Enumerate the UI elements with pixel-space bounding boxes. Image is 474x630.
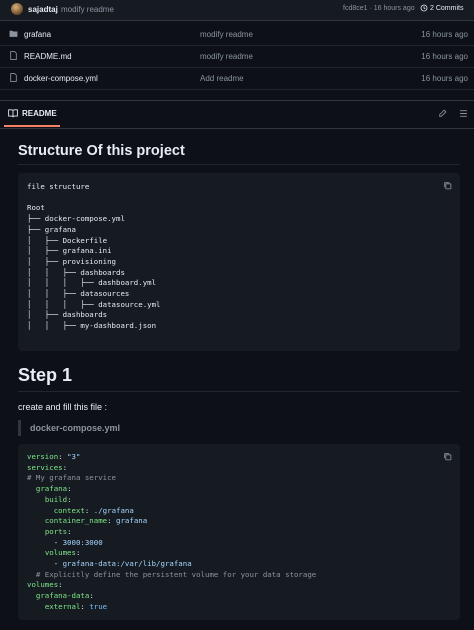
code-yaml-text: version: "3" services: # My grafana serv… bbox=[27, 452, 317, 611]
heading-divider bbox=[18, 164, 460, 165]
file-time: 16 hours ago bbox=[421, 52, 468, 61]
commit-author[interactable]: sajadtaj bbox=[28, 5, 58, 14]
outline-icon[interactable] bbox=[459, 109, 468, 118]
copy-icon[interactable] bbox=[443, 181, 452, 190]
readme-heading-structure: Structure Of this project bbox=[18, 143, 185, 159]
file-commit-message[interactable]: modify readme bbox=[200, 30, 253, 39]
file-row[interactable]: grafana modify readme 16 hours ago bbox=[0, 23, 474, 46]
copy-icon[interactable] bbox=[443, 452, 452, 461]
code-block-yaml: version: "3" services: # My grafana serv… bbox=[18, 444, 460, 620]
file-row[interactable]: docker-compose.yml Add readme 16 hours a… bbox=[0, 67, 474, 90]
commits-link[interactable]: 2 Commits bbox=[420, 4, 463, 12]
commits-count: 2 Commits bbox=[430, 4, 464, 12]
history-icon bbox=[420, 4, 428, 12]
file-icon bbox=[10, 51, 17, 60]
code-block-structure: file structure Root ├── docker-compose.y… bbox=[18, 173, 460, 351]
commit-message[interactable]: modify readme bbox=[61, 5, 114, 14]
readme-header: README bbox=[0, 100, 474, 129]
book-icon bbox=[8, 109, 18, 118]
file-time: 16 hours ago bbox=[421, 30, 468, 39]
file-commit-message[interactable]: Add readme bbox=[200, 74, 244, 83]
latest-commit-bar: sajadtaj modify readme fcd8ce1 · 16 hour… bbox=[0, 0, 474, 21]
folder-icon bbox=[9, 30, 18, 37]
file-icon bbox=[10, 73, 17, 82]
tab-readme-label: README bbox=[22, 109, 57, 118]
file-name[interactable]: docker-compose.yml bbox=[24, 74, 98, 83]
tab-underline bbox=[4, 125, 60, 127]
code-tree-text: file structure Root ├── docker-compose.y… bbox=[27, 182, 161, 331]
file-row[interactable]: README.md modify readme 16 hours ago bbox=[0, 45, 474, 68]
avatar[interactable] bbox=[11, 3, 23, 15]
commit-meta[interactable]: fcd8ce1 · 16 hours ago bbox=[343, 5, 415, 12]
tab-readme[interactable]: README bbox=[8, 109, 57, 118]
file-commit-message[interactable]: modify readme bbox=[200, 52, 253, 61]
file-time: 16 hours ago bbox=[421, 74, 468, 83]
heading-divider bbox=[18, 391, 460, 392]
blockquote-text: docker-compose.yml bbox=[30, 423, 121, 433]
readme-paragraph: create and fill this file : bbox=[18, 402, 108, 412]
blockquote: docker-compose.yml bbox=[18, 420, 120, 436]
file-name[interactable]: grafana bbox=[24, 30, 51, 39]
pencil-icon[interactable] bbox=[438, 109, 447, 118]
file-name[interactable]: README.md bbox=[24, 52, 72, 61]
readme-heading-step1: Step 1 bbox=[18, 365, 73, 385]
